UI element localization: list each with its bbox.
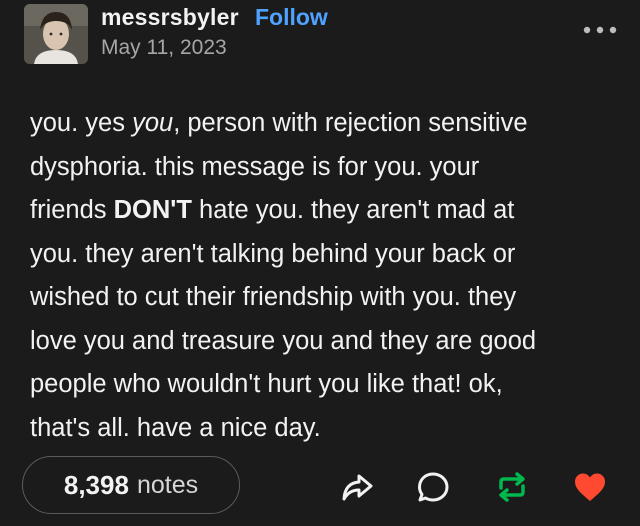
follow-button[interactable]: Follow [255, 4, 328, 31]
reblog-icon [499, 472, 525, 502]
body-text-segment: friends [30, 196, 114, 224]
reply-icon [418, 472, 449, 502]
avatar[interactable] [24, 4, 88, 64]
body-strong: DON'T [113, 196, 192, 224]
body-line-3: friends DON'T hate you. they aren't mad … [30, 189, 615, 233]
notes-button[interactable]: 8,398 notes [22, 456, 240, 514]
body-line-8: that's all. have a nice day. [30, 413, 321, 442]
body-line-5: wished to cut their friendship with you.… [30, 283, 517, 311]
body-text-segment: you. yes [30, 109, 133, 137]
more-options-button[interactable] [582, 22, 618, 38]
body-line-2: dysphoria. this message is for you. your [30, 152, 480, 181]
reply-button[interactable] [415, 469, 451, 505]
post-body: you. yes you, person with rejection sens… [30, 102, 615, 450]
share-icon [342, 474, 373, 501]
body-line-4: you. they aren't talking behind your bac… [30, 239, 516, 268]
reblog-button[interactable] [494, 469, 530, 505]
post-date: May 11, 2023 [101, 36, 227, 59]
notes-label: notes [136, 470, 199, 499]
notes-count: 8,398 [63, 469, 129, 500]
body-emphasis: you [132, 109, 174, 137]
body-line-6: love you and treasure you and they are g… [30, 326, 537, 355]
username-link[interactable]: messrsbyler [101, 4, 239, 31]
heart-icon [575, 473, 605, 501]
body-text-segment: hate you. they aren't mad at [191, 196, 515, 224]
body-line-1: you. yes you, person with rejection sens… [30, 102, 615, 146]
body-line-7: people who wouldn't hurt you like that! … [30, 370, 503, 398]
body-text-segment: , person with rejection sensitive [173, 109, 528, 137]
more-dots-icon [583, 26, 617, 34]
share-button[interactable] [339, 469, 375, 505]
avatar-image [24, 4, 88, 64]
like-button[interactable] [572, 469, 608, 505]
